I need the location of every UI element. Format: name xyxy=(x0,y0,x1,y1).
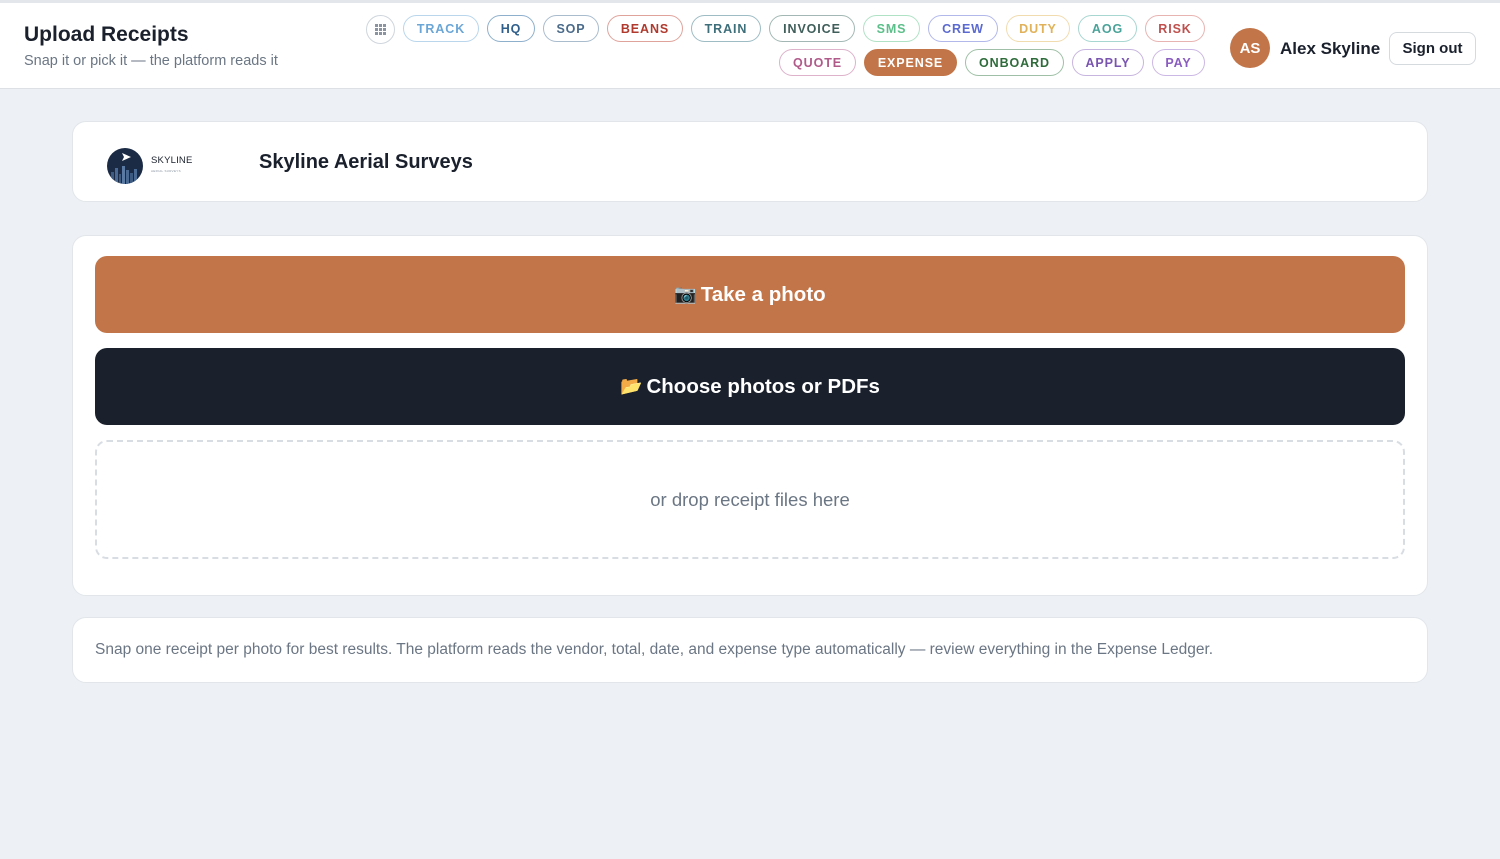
company-logo: SKYLINE AERIAL SURVEYS xyxy=(107,147,197,185)
nav-pill-beans[interactable]: BEANS xyxy=(607,15,683,42)
file-dropzone[interactable]: or drop receipt files here xyxy=(95,440,1405,559)
nav-pill-apply[interactable]: APPLY xyxy=(1072,49,1144,76)
nav-pill-risk[interactable]: RISK xyxy=(1145,15,1205,42)
take-photo-label: Take a photo xyxy=(700,282,826,306)
grid-icon xyxy=(375,24,386,35)
folder-icon: 📂 xyxy=(620,376,643,396)
page-title: Upload Receipts xyxy=(24,23,189,46)
organization-name: Skyline Aerial Surveys xyxy=(259,151,473,173)
logo-subtext: AERIAL SURVEYS xyxy=(151,169,181,173)
nav-pill-quote[interactable]: QUOTE xyxy=(779,49,856,76)
choose-files-label: Choose photos or PDFs xyxy=(646,374,880,398)
tip-text: Snap one receipt per photo for best resu… xyxy=(95,641,1214,658)
nav-pill-train[interactable]: TRAIN xyxy=(691,15,761,42)
nav-pill-onboard[interactable]: ONBOARD xyxy=(965,49,1064,76)
nav-pill-crew[interactable]: CREW xyxy=(928,15,998,42)
nav-pill-expense[interactable]: EXPENSE xyxy=(864,49,957,76)
nav-pill-track[interactable]: TRACK xyxy=(403,15,479,42)
upload-card: 📷 Take a photo 📂 Choose photos or PDFs o… xyxy=(72,235,1428,596)
nav-pill-sms[interactable]: SMS xyxy=(863,15,920,42)
choose-files-button[interactable]: 📂 Choose photos or PDFs xyxy=(95,348,1405,425)
nav-pill-hq[interactable]: HQ xyxy=(487,15,535,42)
tip-card: Snap one receipt per photo for best resu… xyxy=(72,617,1428,683)
camera-icon: 📷 xyxy=(674,284,697,304)
sign-out-button[interactable]: Sign out xyxy=(1389,32,1476,65)
nav-pill-pay[interactable]: PAY xyxy=(1152,49,1205,76)
logo-text: SKYLINE xyxy=(151,155,193,166)
avatar[interactable]: AS xyxy=(1230,28,1270,68)
dropzone-label: or drop receipt files here xyxy=(650,488,850,510)
page-subtitle: Snap it or pick it — the platform reads … xyxy=(24,53,278,69)
top-header: Upload Receipts Snap it or pick it — the… xyxy=(0,0,1500,89)
organization-card: SKYLINE AERIAL SURVEYS Skyline Aerial Su… xyxy=(72,121,1428,202)
logo-emblem xyxy=(107,148,143,184)
take-photo-button[interactable]: 📷 Take a photo xyxy=(95,256,1405,333)
nav-pill-invoice[interactable]: INVOICE xyxy=(769,15,855,42)
user-name: Alex Skyline xyxy=(1280,39,1381,58)
grid-menu-button[interactable] xyxy=(366,15,395,44)
nav-pill-duty[interactable]: DUTY xyxy=(1006,15,1070,42)
nav-pill-aog[interactable]: AOG xyxy=(1078,15,1137,42)
nav-pill-sop[interactable]: SOP xyxy=(543,15,599,42)
